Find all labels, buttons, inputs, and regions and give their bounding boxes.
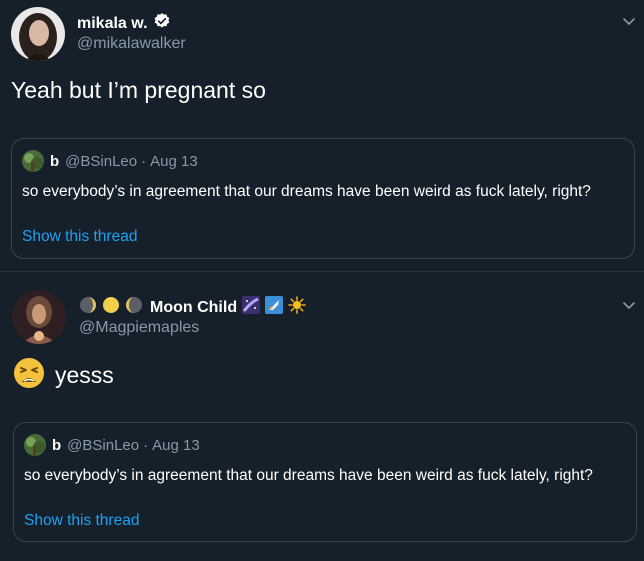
author-handle[interactable]: @mikalawalker — [77, 35, 186, 53]
tweet-text: Yeah but I’m pregnant so — [11, 77, 266, 103]
show-thread-link[interactable]: Show this thread — [22, 228, 137, 246]
quote-text: so everybody’s in agreement that our dre… — [22, 183, 591, 200]
waning-moon-icon — [125, 296, 143, 319]
show-thread-link[interactable]: Show this thread — [24, 512, 139, 530]
quote-avatar[interactable] — [24, 434, 46, 456]
quote-date[interactable]: Aug 13 — [152, 437, 200, 454]
tweet-moon-child[interactable]: Moon Child @Magpiemaples yesss b @BSinLe… — [0, 272, 644, 561]
quote-author-handle[interactable]: @BSinLeo — [67, 437, 139, 454]
milky-way-icon — [242, 296, 261, 319]
quoted-tweet[interactable]: b @BSinLeo · Aug 13 so everybody’s in ag… — [13, 422, 637, 542]
author-name[interactable]: mikala w. — [77, 15, 148, 33]
quote-author-name[interactable]: b — [52, 437, 61, 454]
quoted-tweet[interactable]: b @BSinLeo · Aug 13 so everybody’s in ag… — [11, 138, 635, 259]
separator-dot: · — [143, 436, 149, 454]
quote-avatar[interactable] — [22, 150, 44, 172]
quote-author-name[interactable]: b — [50, 153, 59, 170]
author-name[interactable]: Moon Child — [150, 299, 237, 317]
full-moon-icon — [102, 296, 120, 319]
tweet-mikala[interactable]: mikala w. @mikalawalker Yeah but I’m pre… — [0, 0, 644, 272]
quote-text: so everybody’s in agreement that our dre… — [24, 467, 593, 484]
quote-author-handle[interactable]: @BSinLeo — [65, 153, 137, 170]
avatar[interactable] — [11, 7, 65, 61]
avatar[interactable] — [12, 290, 66, 344]
rocket-icon — [265, 296, 284, 319]
quote-date[interactable]: Aug 13 — [150, 153, 198, 170]
chevron-down-icon[interactable] — [620, 12, 638, 30]
separator-dot: · — [141, 152, 147, 170]
waxing-moon-icon — [79, 296, 97, 319]
verified-badge-icon — [153, 12, 171, 35]
chevron-down-icon[interactable] — [620, 296, 638, 314]
tired-face-icon — [13, 357, 45, 394]
sun-icon — [288, 296, 306, 319]
author-handle[interactable]: @Magpiemaples — [79, 319, 199, 337]
tweet-text: yesss — [55, 362, 114, 388]
